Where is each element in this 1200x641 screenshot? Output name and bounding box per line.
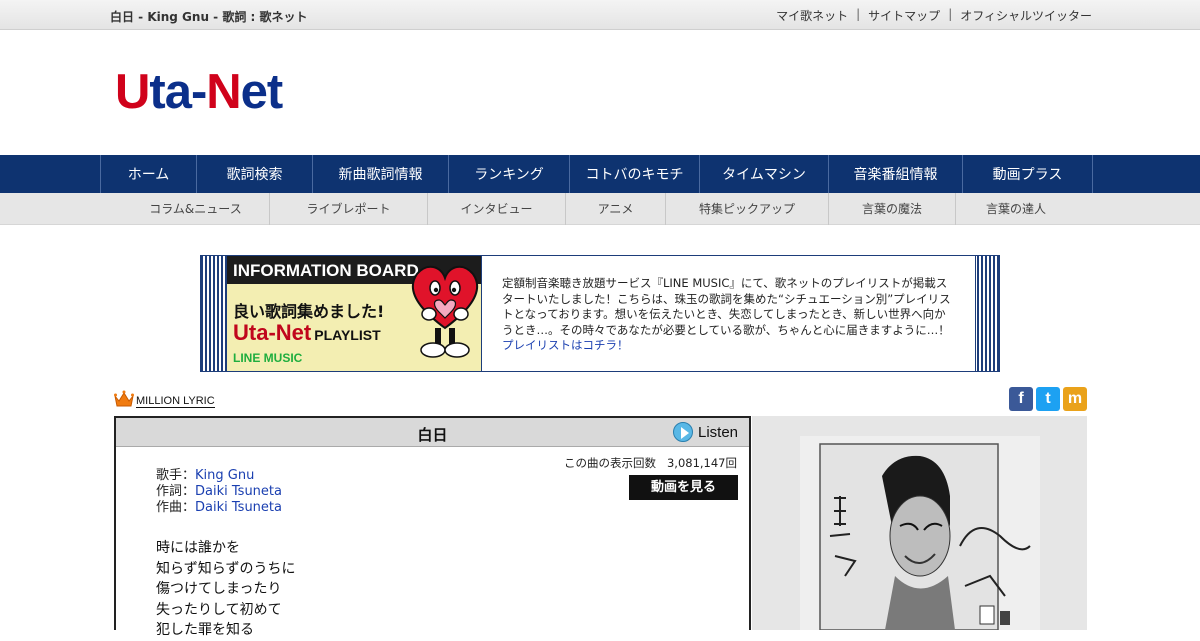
mixi-share-button[interactable]: m [1063, 387, 1087, 411]
nav-item-timemachine[interactable]: タイムマシン [700, 155, 829, 193]
logo-text-et: et [240, 65, 284, 119]
million-lyric-label: MILLION LYRIC [136, 395, 215, 408]
composer-link[interactable]: Daiki Tsuneta [195, 500, 282, 515]
lyric-line: 傷つけてしまったり [156, 581, 282, 597]
subnav-item-live-report[interactable]: ライブレポート [270, 193, 428, 225]
listen-label: Listen [698, 423, 739, 441]
subnav-item-anime[interactable]: アニメ [566, 193, 666, 225]
lyricist-row: 作詞：Daiki Tsuneta [156, 484, 282, 500]
subnav-item-word-master[interactable]: 言葉の達人 [956, 193, 1076, 225]
information-body: 定額制音楽聴き放題サービス『LINE MUSIC』にて、歌ネットのプレイリストが… [502, 276, 951, 337]
artist-label: 歌手： [156, 468, 196, 483]
composer-label: 作曲： [156, 500, 196, 515]
line-music-playlist-banner[interactable]: INFORMATION BOARD 良い歌詞集めました! Uta-Net PLAY… [227, 256, 482, 371]
separator: | [948, 7, 953, 21]
nav-item-kotoba[interactable]: コトバのキモチ [570, 155, 700, 193]
banner-line-music: LINE MUSIC [233, 351, 303, 365]
subnav-item-feature-pickup[interactable]: 特集ピックアップ [666, 193, 829, 225]
official-twitter-link[interactable]: オフィシャルツイッター [960, 7, 1092, 24]
subnav-item-column-news[interactable]: コラム&ニュース [122, 193, 270, 225]
view-count: この曲の表示回数 3,081,147回 [564, 455, 737, 471]
top-bar: 白日 - King Gnu - 歌詞 : 歌ネット マイ歌ネット | サイトマッ… [0, 0, 1200, 30]
heart-mascot-icon [412, 265, 478, 358]
playlist-link[interactable]: プレイリストはコチラ！ [502, 338, 629, 352]
album-art-illustration [800, 436, 1040, 630]
crown-icon [114, 390, 134, 407]
social-share: f t m [1009, 387, 1090, 411]
facebook-share-button[interactable]: f [1009, 387, 1033, 411]
nav-item-music-programs[interactable]: 音楽番組情報 [829, 155, 963, 193]
lyric-line: 知らず知らずのうちに [156, 560, 296, 577]
song-title: 白日 [417, 426, 448, 444]
million-lyric-badge[interactable]: MILLION LYRIC [114, 390, 215, 408]
lyricist-label: 作詞： [156, 484, 196, 499]
watch-video-button[interactable]: 動画を見る [629, 475, 738, 500]
lyric-box: 白日 Listen この曲の表示回数 3,081,147回 動画を見る 歌手：K… [114, 416, 751, 638]
top-links: マイ歌ネット | サイトマップ | オフィシャルツイッター [776, 7, 1092, 24]
album-jacket-image[interactable] [800, 436, 1040, 630]
view-count-label: この曲の表示回数 [564, 456, 656, 470]
play-icon [673, 422, 693, 442]
logo-letter-u: U [115, 65, 150, 119]
banner-tagline: 良い歌詞集めました! [233, 302, 385, 321]
page-title: 白日 - King Gnu - 歌詞 : 歌ネット [110, 10, 308, 24]
subnav-item-interview[interactable]: インタビュー [428, 193, 566, 225]
artist-link[interactable]: King Gnu [195, 468, 254, 483]
nav-item-lyric-search[interactable]: 歌詞検索 [197, 155, 313, 193]
banner-brand-name: Uta-Net [233, 320, 312, 345]
twitter-share-button[interactable]: t [1036, 387, 1060, 411]
view-count-value: 3,081,147回 [666, 456, 737, 470]
logo-text-ta: ta- [149, 65, 207, 119]
logo-letter-n: N [206, 65, 241, 119]
site-logo[interactable]: Uta-Net [115, 65, 284, 119]
subnav-item-word-magic[interactable]: 言葉の魔法 [829, 193, 956, 225]
nav-item-new-lyrics[interactable]: 新曲歌詞情報 [313, 155, 449, 193]
banner-playlist-label: PLAYLIST [314, 327, 381, 343]
sitemap-link[interactable]: サイトマップ [868, 7, 940, 24]
nav-item-video-plus[interactable]: 動画プラス [963, 155, 1093, 193]
lyrics-body: 時には誰かを 知らず知らずのうちに 傷つけてしまったり 失ったりして初めて 犯し… [156, 538, 295, 641]
information-board: INFORMATION BOARD 良い歌詞集めました! Uta-Net PLAY… [200, 255, 1000, 372]
lyric-line: 失ったりして初めて [156, 601, 282, 618]
nav-item-ranking[interactable]: ランキング [449, 155, 570, 193]
banner-brand: Uta-Net PLAYLIST [233, 320, 381, 346]
song-credits: 歌手：King Gnu 作詞：Daiki Tsuneta 作曲：Daiki Ts… [156, 468, 282, 516]
side-panel [752, 416, 1087, 630]
my-utanet-link[interactable]: マイ歌ネット [776, 7, 848, 24]
information-text: 定額制音楽聴き放題サービス『LINE MUSIC』にて、歌ネットのプレイリストが… [502, 276, 952, 354]
lyric-header: 白日 Listen [116, 418, 749, 447]
main-nav: ホーム 歌詞検索 新曲歌詞情報 ランキング コトバのキモチ タイムマシン 音楽番… [0, 155, 1200, 193]
composer-row: 作曲：Daiki Tsuneta [156, 500, 282, 516]
sub-nav: コラム&ニュース ライブレポート インタビュー アニメ 特集ピックアップ 言葉の… [0, 193, 1200, 225]
listen-button[interactable]: Listen [673, 422, 738, 442]
information-panel: INFORMATION BOARD 良い歌詞集めました! Uta-Net PLAY… [226, 256, 976, 371]
lyric-line: 時には誰かを [156, 540, 240, 556]
separator: | [856, 7, 861, 21]
nav-item-home[interactable]: ホーム [101, 155, 197, 193]
lyric-line: 犯した罪を知る [156, 622, 254, 638]
artist-row: 歌手：King Gnu [156, 468, 282, 484]
lyricist-link[interactable]: Daiki Tsuneta [195, 484, 282, 499]
